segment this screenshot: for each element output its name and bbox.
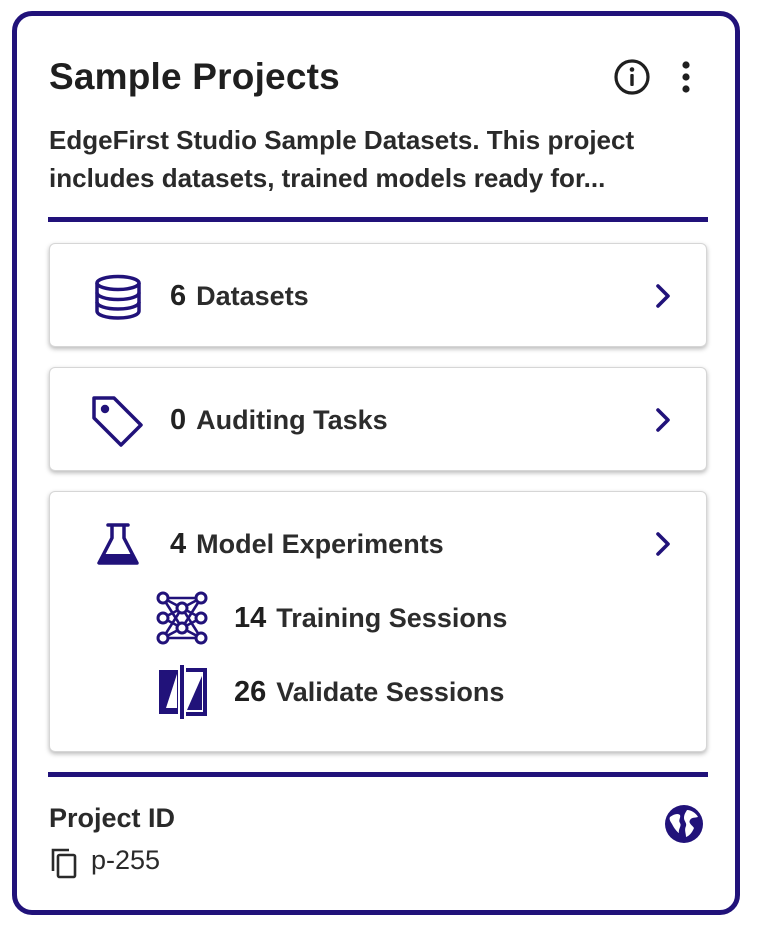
validate-count: 26 (234, 676, 267, 708)
training-label: Training Sessions (276, 603, 508, 633)
experiments-text: 4 Model Experiments (170, 514, 444, 574)
validate-text: 26 Validate Sessions (234, 662, 504, 722)
project-description: EdgeFirst Studio Sample Datasets. This p… (49, 121, 709, 197)
database-icon (88, 272, 148, 322)
globe-icon (665, 805, 703, 843)
datasets-row[interactable]: 6 Datasets (50, 266, 706, 326)
experiments-row[interactable]: 4 Model Experiments (50, 514, 706, 574)
flask-icon (88, 520, 148, 570)
more-vertical-icon (682, 61, 690, 93)
copy-icon (51, 848, 77, 879)
neural-network-icon (150, 590, 214, 646)
experiments-count: 4 (170, 528, 187, 560)
validate-label: Validate Sessions (276, 677, 505, 707)
training-sessions-row[interactable]: 14 Training Sessions (50, 588, 706, 648)
datasets-panel[interactable]: 6 Datasets (49, 243, 707, 347)
auditing-count: 0 (170, 404, 187, 436)
chevron-right-icon[interactable] (648, 405, 678, 435)
experiments-label: Model Experiments (196, 529, 444, 559)
training-text: 14 Training Sessions (234, 588, 507, 648)
divider (48, 217, 708, 222)
chevron-right-icon[interactable] (648, 529, 678, 559)
training-count: 14 (234, 602, 267, 634)
info-button[interactable] (612, 57, 652, 97)
project-id-value: p-255 (91, 845, 161, 875)
auditing-text: 0 Auditing Tasks (170, 390, 388, 450)
datasets-label: Datasets (196, 281, 309, 311)
datasets-text: 6 Datasets (170, 266, 309, 326)
copy-project-id-button[interactable] (48, 846, 80, 880)
card-title: Sample Projects (49, 56, 340, 97)
experiments-panel: 4 Model Experiments 14 Training Sessions… (49, 491, 707, 752)
chevron-right-icon[interactable] (648, 281, 678, 311)
divider (48, 772, 708, 777)
project-id-label: Project ID (49, 803, 176, 833)
tag-icon (88, 396, 148, 447)
info-icon (614, 59, 650, 95)
auditing-panel[interactable]: 0 Auditing Tasks (49, 367, 707, 471)
auditing-row[interactable]: 0 Auditing Tasks (50, 390, 706, 450)
public-project-button[interactable] (661, 801, 707, 847)
auditing-label: Auditing Tasks (196, 405, 388, 435)
more-options-button[interactable] (666, 57, 706, 97)
description-line: includes datasets, trained models ready … (49, 163, 606, 193)
validate-sessions-row[interactable]: 26 Validate Sessions (50, 662, 706, 722)
datasets-count: 6 (170, 280, 187, 312)
compare-icon (150, 664, 214, 720)
description-line: EdgeFirst Studio Sample Datasets. This p… (49, 125, 635, 155)
